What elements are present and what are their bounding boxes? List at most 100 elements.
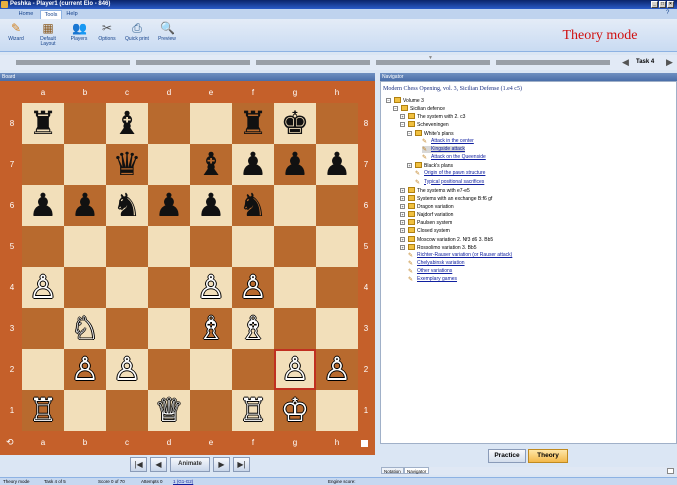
tree-expander-icon[interactable]: − [400, 122, 405, 128]
task-segment[interactable] [256, 60, 370, 65]
last-move-button[interactable]: ▶| [233, 457, 250, 472]
piece-g2[interactable]: ♙ [274, 349, 316, 390]
tree-expander-icon[interactable]: + [407, 163, 412, 169]
tree-item[interactable]: ✎ Origin of the pawn structure [415, 170, 485, 177]
square-h3[interactable] [316, 308, 358, 349]
quick-print-button[interactable]: ⎙ Quick print [122, 21, 152, 49]
tree-item[interactable]: ✎ Chelyabinsk variation [408, 260, 465, 267]
piece-d1[interactable]: ♕ [148, 390, 190, 431]
piece-e7[interactable]: ♝ [190, 144, 232, 185]
theory-button[interactable]: Theory [528, 449, 568, 463]
square-b4[interactable] [64, 267, 106, 308]
square-d7[interactable] [148, 144, 190, 185]
tree-expander-icon[interactable]: + [400, 114, 405, 120]
piece-f8[interactable]: ♜ [232, 103, 274, 144]
piece-h7[interactable]: ♟ [316, 144, 358, 185]
square-h6[interactable] [316, 185, 358, 226]
options-button[interactable]: ✂ Options [94, 21, 120, 49]
minimize-button[interactable]: _ [651, 1, 658, 8]
piece-e6[interactable]: ♟ [190, 185, 232, 226]
square-c3[interactable] [106, 308, 148, 349]
square-d4[interactable] [148, 267, 190, 308]
tree-expander-icon[interactable]: + [400, 220, 405, 226]
piece-f7[interactable]: ♟ [232, 144, 274, 185]
square-a2[interactable] [22, 349, 64, 390]
square-d3[interactable] [148, 308, 190, 349]
preview-button[interactable]: 🔍 Preview [154, 21, 180, 49]
tree-item[interactable]: Black's plans [415, 162, 453, 170]
tree-expander-icon[interactable]: + [400, 203, 405, 209]
piece-g7[interactable]: ♟ [274, 144, 316, 185]
piece-g8[interactable]: ♚ [274, 103, 316, 144]
tree-item[interactable]: ✎ Attack on the Queenside [422, 154, 486, 161]
prev-move-button[interactable]: ◀ [150, 457, 167, 472]
tree-expander-icon[interactable]: − [407, 130, 412, 136]
tree-item[interactable]: Volume 3 [394, 97, 424, 105]
tree-item[interactable]: The systems with e7-e5 [408, 186, 470, 195]
square-c1[interactable] [106, 390, 148, 431]
square-b8[interactable] [64, 103, 106, 144]
square-g5[interactable] [274, 226, 316, 267]
tree-expander-icon[interactable]: + [400, 236, 405, 242]
tree-item[interactable]: White's plans [415, 129, 454, 138]
square-e2[interactable] [190, 349, 232, 390]
tree-item[interactable]: Moscow variation 2. Nf3 d6 3. Bb5 [408, 235, 493, 244]
first-move-button[interactable]: |◀ [130, 457, 147, 472]
tree-item[interactable]: Najdorf variation [408, 211, 453, 219]
wizard-button[interactable]: ✎ Wizard [4, 21, 28, 49]
rotate-board-icon[interactable]: ⟲ [6, 437, 14, 448]
square-g6[interactable] [274, 185, 316, 226]
tree-expander-icon[interactable]: − [393, 106, 398, 112]
tree-item[interactable]: ✎ Attack in the center [422, 138, 474, 145]
tab-notation[interactable]: Notation [381, 467, 404, 474]
square-d2[interactable] [148, 349, 190, 390]
piece-c8[interactable]: ♝ [106, 103, 148, 144]
help-icon[interactable]: ? [666, 10, 669, 16]
piece-b6[interactable]: ♟ [64, 185, 106, 226]
square-a5[interactable] [22, 226, 64, 267]
tree-expander-icon[interactable]: + [400, 187, 405, 193]
square-e5[interactable] [190, 226, 232, 267]
piece-c2[interactable]: ♙ [106, 349, 148, 390]
tree-expander-icon[interactable]: + [400, 212, 405, 218]
piece-e4[interactable]: ♙ [190, 267, 232, 308]
tab-help[interactable]: Help [64, 10, 80, 19]
square-d5[interactable] [148, 226, 190, 267]
players-button[interactable]: 👥 Players [66, 21, 92, 49]
tab-tools[interactable]: Tools [40, 10, 62, 19]
task-segment[interactable] [496, 60, 610, 65]
tree-item[interactable]: Scheveningen [408, 121, 449, 129]
tab-navigator[interactable]: Navigator [404, 467, 430, 474]
tree-item[interactable]: Closed system [408, 227, 450, 235]
square-h4[interactable] [316, 267, 358, 308]
square-h1[interactable] [316, 390, 358, 431]
tree-item[interactable]: ✎ Other variations [408, 268, 452, 275]
maximize-button[interactable]: □ [659, 1, 666, 8]
tree-item[interactable]: Systems with an exchange B:f6 gf [408, 194, 492, 203]
task-segment[interactable] [376, 60, 490, 65]
piece-a8[interactable]: ♜ [22, 103, 64, 144]
tree-expander-icon[interactable]: − [386, 98, 391, 103]
piece-d6[interactable]: ♟ [148, 185, 190, 226]
tree-expander-icon[interactable]: + [400, 244, 405, 250]
status-move[interactable]: 1 (G1-G2) [173, 478, 193, 485]
default-layout-button[interactable]: ▦ Default Layout [34, 21, 62, 49]
tree-item[interactable]: ✎ Exemplary games [408, 276, 457, 283]
square-g3[interactable] [274, 308, 316, 349]
tree-item[interactable]: ✎ Richter-Rauser variation (or Rauser att… [408, 252, 512, 259]
practice-button[interactable]: Practice [488, 449, 526, 463]
next-move-button[interactable]: ▶ [213, 457, 230, 472]
tree-expander-icon[interactable]: + [400, 228, 405, 234]
task-segment[interactable] [16, 60, 130, 65]
tree-expander-icon[interactable]: + [400, 195, 405, 201]
square-b5[interactable] [64, 226, 106, 267]
piece-g1[interactable]: ♔ [274, 390, 316, 431]
tree-item[interactable]: Rossolimo variation 3. Bb5 [408, 243, 476, 252]
piece-a4[interactable]: ♙ [22, 267, 64, 308]
piece-a6[interactable]: ♟ [22, 185, 64, 226]
piece-e3[interactable]: ♗ [190, 308, 232, 349]
square-h8[interactable] [316, 103, 358, 144]
square-e1[interactable] [190, 390, 232, 431]
square-b7[interactable] [64, 144, 106, 185]
piece-h2[interactable]: ♙ [316, 349, 358, 390]
